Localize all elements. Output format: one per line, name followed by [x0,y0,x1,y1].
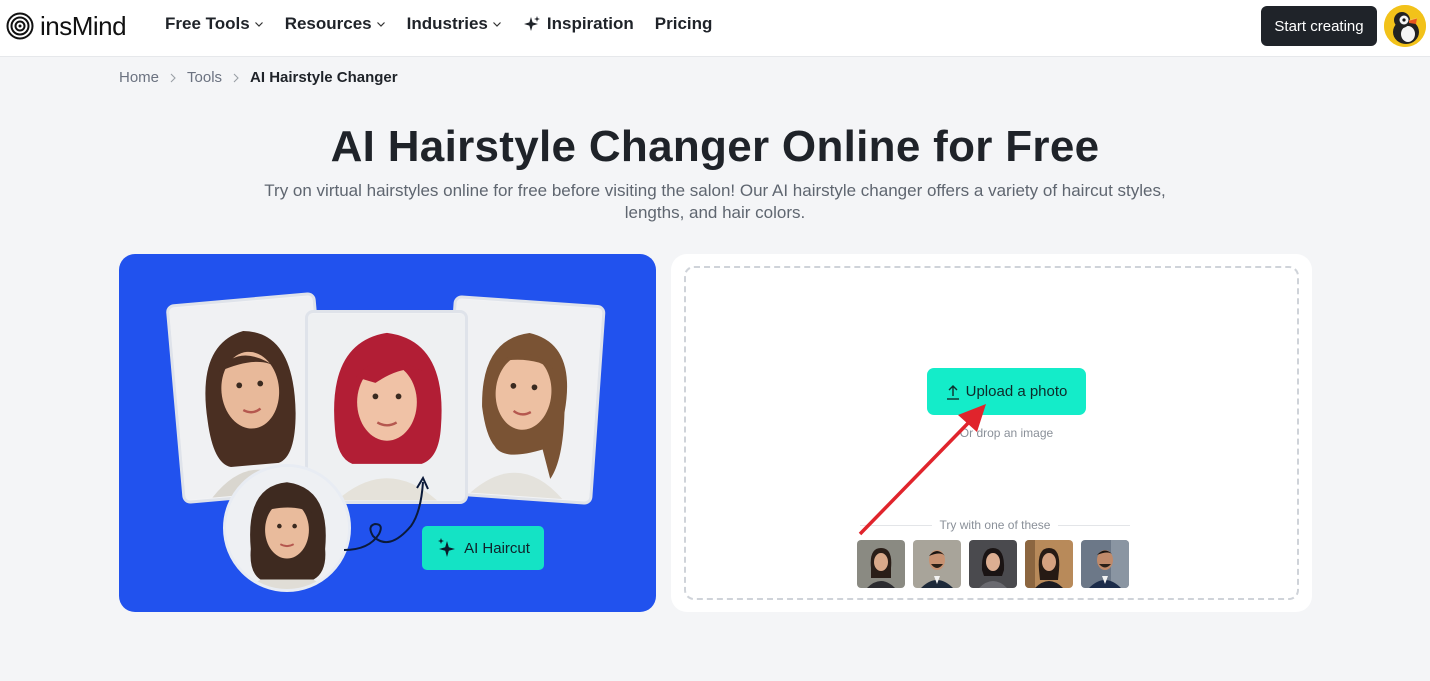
sparkle-icon [438,538,456,557]
woman-portrait-icon [1025,540,1073,588]
ai-haircut-badge: AI Haircut [422,526,544,570]
divider-line [860,524,932,526]
woman-portrait-icon [857,540,905,588]
sample-image-woman-3[interactable] [1025,540,1073,588]
puffin-avatar-icon [1384,5,1426,47]
divider-line [1058,524,1131,526]
chevron-down-icon [492,22,501,27]
start-creating-button[interactable]: Start creating [1261,6,1377,46]
woman-portrait-icon [969,540,1017,588]
upload-card: Upload a photo Or drop an image Try with… [671,254,1312,612]
upload-button-label: Upload a photo [965,383,1068,400]
woman-portrait-icon [226,467,348,589]
top-header: insMind Free Tools Resources Industries … [0,0,1430,57]
sample-image-man-1[interactable] [913,540,961,588]
nav-industries[interactable]: Industries [407,14,502,34]
nav-label: Industries [406,14,488,33]
man-portrait-icon [1081,540,1129,588]
breadcrumb: Home Tools AI Hairstyle Changer [119,69,398,86]
breadcrumb-tools[interactable]: Tools [187,69,222,86]
sample-image-woman-1[interactable] [857,540,905,588]
breadcrumb-home[interactable]: Home [119,69,159,86]
man-portrait-icon [913,540,961,588]
sample-image-woman-2[interactable] [969,540,1017,588]
page-subtitle: Try on virtual hairstyles online for fre… [264,181,1166,222]
sample-image-man-2[interactable] [1081,540,1129,588]
nav-inspiration[interactable]: Inspiration [523,14,634,34]
promo-illustration: AI Haircut [119,254,656,612]
chevron-down-icon [376,22,385,27]
chevron-right-icon [170,73,176,82]
upload-icon [946,384,959,400]
woman-portrait-icon [308,313,465,501]
nav-label: Pricing [654,14,713,33]
chevron-down-icon [254,22,263,27]
chevron-right-icon [233,73,239,82]
upload-photo-button[interactable]: Upload a photo [927,368,1086,415]
user-avatar[interactable] [1384,5,1426,47]
spiral-logo-icon [6,12,34,40]
samples-label: Try with one of these [939,518,1051,532]
breadcrumb-current: AI Hairstyle Changer [250,69,398,86]
sample-images [857,540,1129,588]
main-nav: Free Tools Resources Industries Inspirat… [165,13,733,35]
drop-hint: Or drop an image [959,426,1054,440]
nav-free-tools[interactable]: Free Tools [165,14,264,34]
nav-label: Inspiration [546,14,634,33]
original-photo [223,464,351,592]
sparkle-icon [523,16,540,31]
nav-resources[interactable]: Resources [285,14,386,34]
nav-pricing[interactable]: Pricing [655,14,713,34]
brand-name: insMind [40,10,127,41]
nav-label: Free Tools [165,14,250,33]
ai-haircut-label: AI Haircut [464,539,530,557]
image-dropzone[interactable]: Upload a photo Or drop an image Try with… [684,266,1299,600]
nav-label: Resources [284,14,372,33]
samples-divider: Try with one of these [860,518,1131,532]
brand-logo[interactable]: insMind [6,10,127,42]
page-title: AI Hairstyle Changer Online for Free [330,122,1100,171]
